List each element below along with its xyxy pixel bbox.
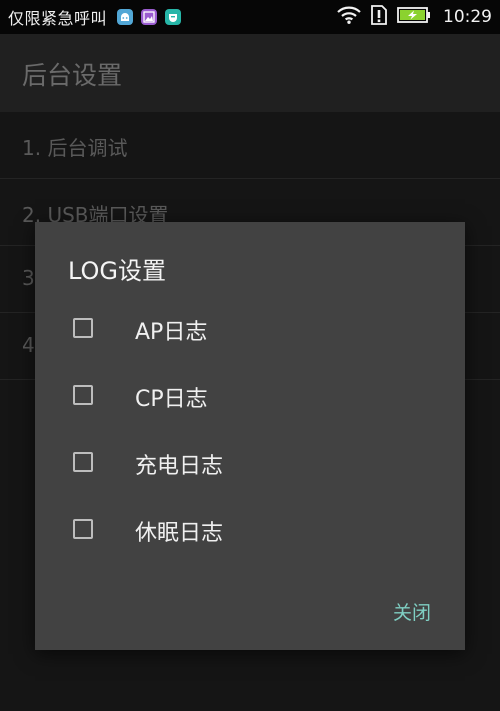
close-button[interactable]: 关闭 — [393, 598, 431, 625]
dialog-title: LOG设置 — [68, 257, 167, 285]
charging-log-checkbox[interactable] — [73, 452, 93, 472]
cp-log-checkbox[interactable] — [73, 385, 93, 405]
ap-log-checkbox[interactable] — [73, 318, 93, 338]
sleep-log-label: 休眠日志 — [135, 521, 224, 546]
option-sleep-log-row[interactable]: 休眠日志 — [35, 501, 465, 561]
sleep-log-checkbox[interactable] — [73, 519, 93, 539]
screen: 仅限紧急呼叫 10:29 后台设置 1. 后台调试 2. USB端口设置 3 4… — [0, 0, 500, 711]
option-charging-log-row[interactable]: 充电日志 — [35, 434, 465, 494]
charging-log-label: 充电日志 — [135, 454, 224, 479]
option-cp-log-row[interactable]: CP日志 — [35, 367, 465, 427]
cp-log-label: CP日志 — [135, 387, 208, 412]
option-ap-log-row[interactable]: AP日志 — [35, 300, 465, 360]
ap-log-label: AP日志 — [135, 320, 208, 345]
log-settings-dialog: LOG设置 AP日志 CP日志 充电日志 休眠日志 关闭 — [35, 222, 465, 650]
